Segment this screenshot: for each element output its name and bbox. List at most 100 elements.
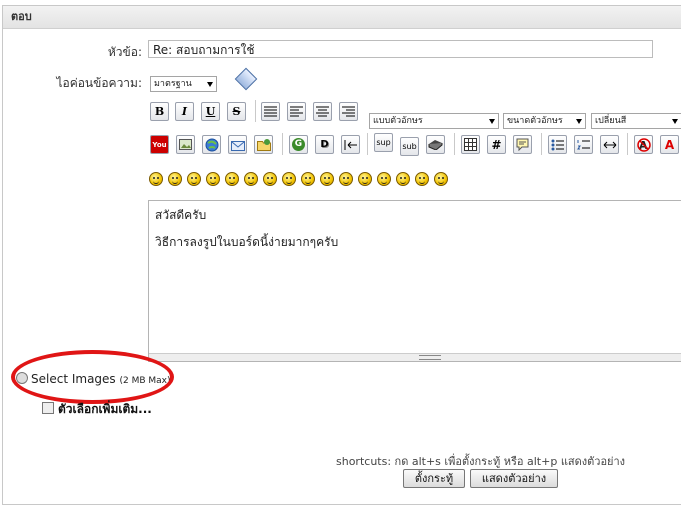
insert-link-button[interactable] [202,135,221,154]
font-size-select[interactable]: ขนาดตัวอักษร [503,113,586,129]
insert-email-button[interactable] [228,135,247,154]
bold-button[interactable]: B [150,102,169,121]
checkbox-icon [42,402,54,414]
quote-icon [516,138,529,151]
subject-input[interactable]: Re: สอบถามการใช้ [148,40,653,58]
font-color-select[interactable]: เปลี่ยนสี [591,113,681,129]
font-face-select[interactable]: แบบตัวอักษร [369,113,499,129]
smiley-icon[interactable] [377,172,391,186]
message-icon-select[interactable]: มาตรฐาน [150,76,217,92]
toolbar-divider [541,133,542,155]
image-icon [179,139,192,150]
panel-title: ตอบ [3,6,681,29]
glow-button[interactable]: G [289,135,308,154]
superscript-button[interactable]: sup [374,133,393,152]
text-color-button[interactable]: A [660,135,679,154]
text-color-icon: A [664,137,675,152]
insert-ftp-button[interactable] [254,135,273,154]
glow-icon: G [292,138,305,151]
align-left-button[interactable] [287,102,306,121]
smiley-icon[interactable] [263,172,277,186]
message-line: วิธีการลงรูปในบอร์ดนี้ง่ายมากๆครับ [155,235,339,249]
strikethrough-button[interactable]: S [227,102,246,121]
smiley-icon[interactable] [434,172,448,186]
smiley-icon[interactable] [320,172,334,186]
smiley-icon[interactable] [282,172,296,186]
preformatted-button[interactable] [261,102,280,121]
bold-icon: B [154,105,165,118]
hash-icon: # [491,137,502,152]
smiley-icon[interactable] [206,172,220,186]
smiley-icon[interactable] [168,172,182,186]
numbered-list-button[interactable] [574,135,593,154]
smiley-icon[interactable] [396,172,410,186]
smiley-icon[interactable] [244,172,258,186]
folder-icon [256,139,271,151]
insert-quote-button[interactable] [513,135,532,154]
subject-label: หัวข้อ: [107,45,142,59]
remove-format-icon: A [636,137,651,152]
bullet-list-button[interactable] [548,135,567,154]
smiley-icon[interactable] [149,172,163,186]
post-button[interactable]: ตั้งกระทู้ [403,469,465,488]
smiley-icon[interactable] [415,172,429,186]
youtube-button[interactable]: You [150,135,169,154]
chevron-down-icon [672,119,678,124]
shadow-icon: D [320,139,329,150]
align-center-icon [316,106,329,117]
email-icon [230,140,245,151]
numbered-list-icon [577,139,590,149]
message-line: สวัสดีครับ [155,208,207,222]
preformatted-icon [264,106,277,117]
shortcuts-hint: shortcuts: กด alt+s เพื่อตั้งกระทู้ หรือ… [336,455,626,468]
globe-icon [205,138,218,151]
smiley-icon[interactable] [358,172,372,186]
horizontal-rule-left-button[interactable] [341,135,360,154]
font-color-select-value: เปลี่ยนสี [595,116,627,126]
chevron-down-icon [576,119,582,124]
align-right-button[interactable] [339,102,358,121]
toolbar-divider [282,133,283,155]
align-left-icon [290,106,303,117]
teletype-button[interactable] [426,135,445,154]
horizontal-rule-icon [603,141,616,148]
toolbar-divider [454,133,455,155]
toolbar-divider [627,133,628,155]
remove-format-button[interactable]: A [634,135,653,154]
insert-code-button[interactable]: # [487,135,506,154]
chevron-down-icon [207,82,213,87]
superscript-icon: sup [376,138,391,147]
toolbar-divider [367,133,368,155]
insert-table-button[interactable] [461,135,480,154]
align-center-button[interactable] [313,102,332,121]
underline-icon: U [205,105,216,118]
smiley-icon[interactable] [301,172,315,186]
font-size-select-value: ขนาดตัวอักษร [507,116,563,126]
typewriter-icon [428,140,443,150]
chevron-down-icon [489,119,495,124]
horizontal-rule-button[interactable] [600,135,619,154]
more-options-label: ตัวเลือกเพิ่มเติม... [58,402,152,416]
subscript-icon: sub [402,142,417,151]
smiley-icon[interactable] [339,172,353,186]
align-right-icon [342,106,355,117]
underline-button[interactable]: U [201,102,220,121]
preview-button[interactable]: แสดงตัวอย่าง [470,469,558,488]
shadow-button[interactable]: D [315,135,334,154]
toolbar-divider [255,100,256,122]
annotation-highlight-ellipse [11,350,174,404]
left-indent-icon [344,139,357,150]
editor-resize-handle[interactable] [149,353,681,361]
smiley-icon[interactable] [225,172,239,186]
strikethrough-icon: S [232,105,241,118]
bullet-list-icon [551,139,564,150]
more-options-toggle[interactable]: ตัวเลือกเพิ่มเติม... [42,400,152,419]
insert-image-button[interactable] [176,135,195,154]
italic-icon: I [181,105,188,118]
subscript-button[interactable]: sub [400,137,419,156]
font-face-select-value: แบบตัวอักษร [373,116,423,126]
message-editor[interactable]: สวัสดีครับ วิธีการลงรูปในบอร์ดนี้ง่ายมาก… [148,200,681,362]
smiley-icon[interactable] [187,172,201,186]
grip-icon [419,355,441,360]
italic-button[interactable]: I [175,102,194,121]
